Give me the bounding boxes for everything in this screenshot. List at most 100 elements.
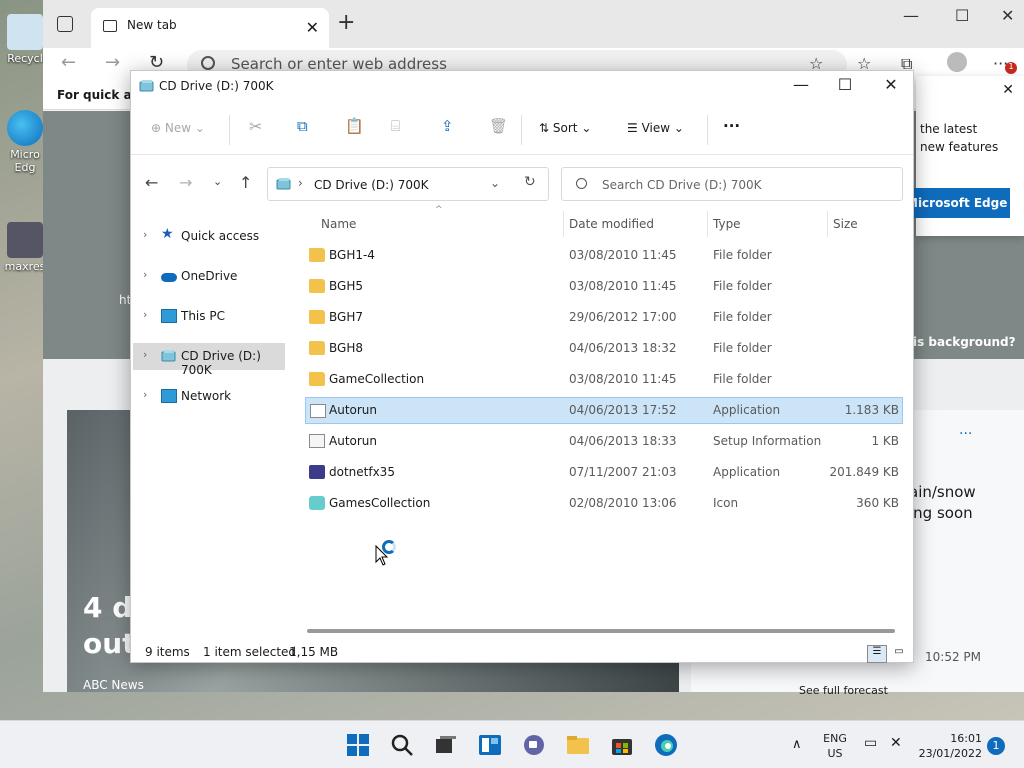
chevron-right-icon[interactable]: › [143,268,147,281]
more-options-button[interactable]: ··· [723,117,740,135]
search-icon[interactable] [390,733,414,757]
nav-item-quick-access[interactable]: › ★ Quick access [133,223,285,250]
nav-item-onedrive[interactable]: › OneDrive [133,263,285,290]
maximize-icon[interactable]: ☐ [955,6,969,25]
maximize-button[interactable]: ☐ [833,75,857,94]
back-icon[interactable]: ← [61,52,76,73]
chevron-right-icon[interactable]: › [143,228,147,241]
browser-tab[interactable]: New tab ✕ [91,8,329,48]
column-separator[interactable] [707,211,708,237]
news-source: ABC News [83,678,144,692]
folder-icon [309,248,325,262]
column-header-name[interactable]: Name [321,217,356,231]
table-row[interactable]: GameCollection 03/08/2010 11:45 File fol… [305,366,903,393]
full-forecast-link[interactable]: See full forecast [799,684,888,697]
search-placeholder: Search CD Drive (D:) 700K [602,178,762,192]
sort-button[interactable]: ⇅ Sort ⌄ [539,121,591,135]
column-separator[interactable] [827,211,828,237]
details-view-icon[interactable]: ☰ [867,645,887,663]
copy-icon[interactable]: ⧉ [297,117,308,135]
store-icon[interactable] [610,733,634,757]
close-icon[interactable]: ✕ [1001,6,1014,25]
forward-icon[interactable]: → [179,173,192,192]
nav-item-network[interactable]: › Network [133,383,285,410]
tab-actions-icon[interactable] [57,16,73,32]
new-tab-button[interactable]: + [337,10,355,35]
chevron-down-icon[interactable]: ⌄ [490,176,500,190]
table-row[interactable]: BGH5 03/08/2010 11:45 File folder [305,273,903,300]
profile-avatar-icon[interactable] [947,52,967,72]
table-row[interactable]: Autorun 04/06/2013 18:33 Setup Informati… [305,428,903,455]
sort-icon: ⇅ [539,121,550,135]
close-popup-icon[interactable]: ✕ [1002,82,1014,98]
weather-line: ain/snow [909,483,976,501]
table-row[interactable]: BGH7 29/06/2012 17:00 File folder [305,304,903,331]
forward-icon[interactable]: → [105,52,120,73]
widgets-icon[interactable] [478,733,502,757]
taskbar: ∧ ENG US ▭ ✕ 16:01 23/01/2022 1 [0,720,1024,768]
column-separator[interactable] [563,211,564,237]
desktop-icon-image[interactable]: maxres [2,222,48,273]
dotnet-installer-icon [309,465,325,479]
file-date: 03/08/2010 11:45 [569,248,677,262]
nav-item-cd-drive[interactable]: › CD Drive (D:) 700K [133,343,285,377]
clock-date: 23/01/2022 [918,747,982,760]
column-header-date[interactable]: Date modified [569,217,654,231]
table-row[interactable]: dotnetfx35 07/11/2007 21:03 Application … [305,459,903,486]
horizontal-scrollbar[interactable] [307,629,895,633]
chevron-right-icon[interactable]: › [143,348,147,361]
network-status-icon[interactable]: ▭ [864,735,877,751]
volume-muted-icon[interactable]: ✕ [890,735,902,751]
background-info-text[interactable]: is background? [913,335,1016,349]
breadcrumb[interactable]: › CD Drive (D:) 700K ⌄ ↻ [267,167,549,201]
up-icon[interactable]: ↑ [239,173,252,192]
tiles-view-icon[interactable]: ▭ [889,645,909,663]
clock[interactable]: 16:01 23/01/2022 [912,731,982,761]
card-more-icon[interactable]: ··· [959,426,972,442]
nav-label: Network [181,389,232,403]
rename-icon[interactable]: ⌸ [391,117,400,135]
refresh-icon[interactable]: ↻ [524,174,536,190]
chat-icon[interactable] [522,733,546,757]
chevron-right-icon[interactable]: › [143,388,147,401]
file-name: BGH8 [329,341,363,355]
show-hidden-icons-icon[interactable]: ∧ [792,737,802,752]
minimize-button[interactable]: — [789,75,813,94]
cut-icon[interactable]: ✂ [249,117,262,136]
item-count: 9 items [145,645,190,659]
view-button[interactable]: ☰ View ⌄ [627,121,684,135]
table-row[interactable]: GamesCollection 02/08/2010 13:06 Icon 36… [305,490,903,517]
close-button[interactable]: ✕ [879,75,903,94]
search-input[interactable]: Search CD Drive (D:) 700K [561,167,903,201]
chevron-right-icon[interactable]: › [143,308,147,321]
separator [521,115,522,145]
desktop-icon-edge[interactable]: Micro Edg [2,110,48,174]
desktop-icon-recycle-bin[interactable]: Recycl [2,14,48,65]
separator [707,115,708,145]
recent-locations-icon[interactable]: ⌄ [213,175,222,188]
back-icon[interactable]: ← [145,173,158,192]
file-explorer-icon[interactable] [566,733,590,757]
share-icon[interactable]: ⇪ [441,117,454,135]
explorer-title-bar: CD Drive (D:) 700K — ☐ ✕ [131,71,913,103]
delete-icon[interactable]: 🗑 [489,117,508,135]
table-row-selected[interactable]: Autorun 04/06/2013 17:52 Application 1.1… [305,397,903,424]
update-edge-button[interactable]: Microsoft Edge [906,188,1010,218]
paste-icon[interactable]: 📋 [345,117,364,135]
edge-update-popup: ✕ the latest new features Microsoft Edge [906,76,1024,236]
desktop-icon-label: Micro Edg [10,148,40,174]
close-tab-icon[interactable]: ✕ [306,18,319,37]
column-header-size[interactable]: Size [833,217,858,231]
file-type: Application [713,465,781,479]
table-row[interactable]: BGH1-4 03/08/2010 11:45 File folder [305,242,903,269]
new-button[interactable]: ⊕ New ⌄ [151,121,205,135]
notification-center-badge[interactable]: 1 [987,737,1005,755]
column-header-type[interactable]: Type [713,217,741,231]
start-windows-icon[interactable] [346,733,370,757]
table-row[interactable]: BGH8 04/06/2013 18:32 File folder [305,335,903,362]
minimize-icon[interactable]: — [903,6,919,25]
edge-icon[interactable] [654,733,678,757]
language-indicator[interactable]: ENG US [816,731,854,761]
task-view-icon[interactable] [434,733,458,757]
nav-item-this-pc[interactable]: › This PC [133,303,285,330]
